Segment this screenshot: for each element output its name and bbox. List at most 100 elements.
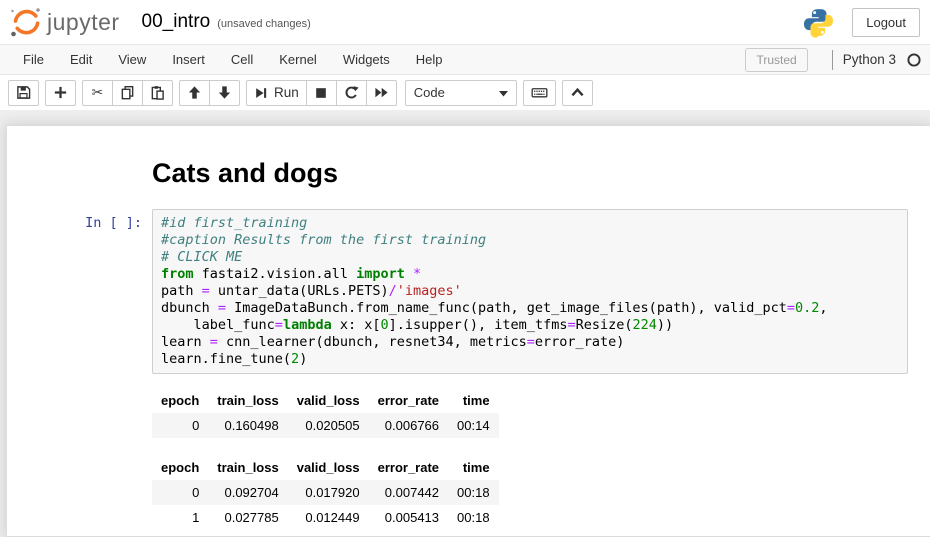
python-logo-icon: [803, 7, 834, 38]
run-cell-button[interactable]: Run: [246, 80, 307, 106]
run-button-label: Run: [274, 85, 299, 100]
table-cell: 0.027785: [208, 505, 287, 530]
cell-type-select[interactable]: Code: [405, 80, 517, 106]
menu-kernel[interactable]: Kernel: [266, 45, 330, 74]
restart-kernel-button[interactable]: [336, 80, 367, 106]
column-header: epoch: [152, 388, 208, 413]
restart-kernel-icon: [344, 85, 359, 100]
kernel-separator: [832, 50, 833, 70]
copy-cell-icon: [120, 85, 135, 100]
code-line: # CLICK ME: [161, 249, 899, 266]
table-cell: 00:14: [448, 413, 499, 438]
column-header: time: [448, 388, 499, 413]
column-header: error_rate: [369, 455, 448, 480]
code-line: #id first_training: [161, 215, 899, 232]
chevron-up-icon: [570, 86, 585, 99]
save-icon: [16, 85, 31, 100]
column-header: error_rate: [369, 388, 448, 413]
add-cell-below-button[interactable]: [45, 80, 76, 106]
table-row: 00.1604980.0205050.00676600:14: [152, 413, 499, 438]
kernel-name: Python 3: [843, 52, 896, 67]
trusted-button[interactable]: Trusted: [745, 48, 807, 72]
site: Cats and dogs In [ ]: #id first_training…: [0, 110, 930, 537]
menu-help[interactable]: Help: [403, 45, 456, 74]
table-cell: 0.012449: [288, 505, 369, 530]
cut-cell-icon: ✂: [92, 86, 104, 100]
code-line: from fastai2.vision.all import *: [161, 266, 899, 283]
restart-run-all-icon: [374, 85, 389, 100]
paste-cell-button[interactable]: [142, 80, 173, 106]
menu-insert[interactable]: Insert: [159, 45, 218, 74]
code-line: label_func=lambda x: x[0].isupper(), ite…: [161, 317, 899, 334]
column-header: valid_loss: [288, 455, 369, 480]
menu-file[interactable]: File: [10, 45, 57, 74]
column-header: epoch: [152, 455, 208, 480]
table-cell: 1: [152, 505, 208, 530]
table-header-row: epochtrain_lossvalid_losserror_ratetime: [152, 455, 499, 480]
cut-cell-button[interactable]: ✂: [82, 80, 113, 106]
column-header: train_loss: [208, 455, 287, 480]
run-step-forward-icon: [254, 86, 268, 100]
column-header: time: [448, 455, 499, 480]
table-row: 00.0927040.0179200.00744200:18: [152, 480, 499, 505]
table-cell: 0.005413: [369, 505, 448, 530]
jupyter-logo[interactable]: jupyter: [8, 4, 120, 40]
table-header-row: epochtrain_lossvalid_losserror_ratetime: [152, 388, 499, 413]
table-cell: 0: [152, 480, 208, 505]
paste-cell-icon: [150, 85, 165, 100]
jupyter-app: jupyter 00_intro (unsaved changes) Logou…: [0, 0, 930, 537]
menu-cell[interactable]: Cell: [218, 45, 266, 74]
command-palette-keyboard-icon: [531, 85, 548, 100]
menubar-items: FileEditViewInsertCellKernelWidgetsHelp: [10, 45, 456, 74]
add-cell-below-icon: [53, 85, 68, 100]
column-header: train_loss: [208, 388, 287, 413]
kernel-idle-icon: [906, 52, 922, 68]
notebook-container: Cats and dogs In [ ]: #id first_training…: [6, 125, 930, 537]
menubar: FileEditViewInsertCellKernelWidgetsHelp …: [0, 44, 930, 75]
table-row: 10.0277850.0124490.00541300:18: [152, 505, 499, 530]
table-cell: 00:18: [448, 505, 499, 530]
dropdown-caret-icon: [499, 84, 508, 102]
code-line: #caption Results from the first training: [161, 232, 899, 249]
interrupt-kernel-stop-icon: [314, 86, 328, 100]
menubar-right: Trusted Python 3: [745, 45, 922, 74]
restart-run-all-button[interactable]: [366, 80, 397, 106]
training-results-table: epochtrain_lossvalid_losserror_ratetime0…: [152, 388, 499, 438]
notebook-heading: Cats and dogs: [152, 158, 908, 189]
command-palette-button[interactable]: [523, 80, 556, 106]
notebook-title[interactable]: 00_intro: [142, 11, 211, 33]
menu-edit[interactable]: Edit: [57, 45, 105, 74]
checkpoint-status: (unsaved changes): [217, 14, 311, 30]
code-line: learn = cnn_learner(dbunch, resnet34, me…: [161, 334, 899, 351]
code-editor[interactable]: #id first_training#caption Results from …: [152, 209, 908, 374]
cell-type-value: Code: [414, 85, 445, 100]
copy-cell-button[interactable]: [112, 80, 143, 106]
scroll-up-button[interactable]: [562, 80, 593, 106]
code-line: path = untar_data(URLs.PETS)/'images': [161, 283, 899, 300]
table-cell: 00:18: [448, 480, 499, 505]
code-line: dbunch = ImageDataBunch.from_name_func(p…: [161, 300, 899, 317]
move-cell-up-button[interactable]: [179, 80, 210, 106]
header-right: Logout: [803, 0, 920, 44]
move-cell-down-icon: [217, 85, 232, 100]
code-line: learn.fine_tune(2): [161, 351, 899, 368]
interrupt-kernel-button[interactable]: [306, 80, 337, 106]
menu-widgets[interactable]: Widgets: [330, 45, 403, 74]
code-cell: In [ ]: #id first_training#caption Resul…: [7, 209, 930, 374]
output-area: epochtrain_lossvalid_losserror_ratetime0…: [152, 374, 930, 530]
table-cell: 0.160498: [208, 413, 287, 438]
jupyter-logo-icon: [8, 4, 44, 40]
move-cell-down-button[interactable]: [209, 80, 240, 106]
move-cell-up-icon: [187, 85, 202, 100]
markdown-cell[interactable]: Cats and dogs: [7, 158, 930, 189]
menu-view[interactable]: View: [105, 45, 159, 74]
table-cell: 0.092704: [208, 480, 287, 505]
logout-button[interactable]: Logout: [852, 8, 920, 37]
table-cell: 0.007442: [369, 480, 448, 505]
training-results-table: epochtrain_lossvalid_losserror_ratetime0…: [152, 455, 499, 530]
input-prompt: In [ ]:: [7, 209, 152, 374]
save-button[interactable]: [8, 80, 39, 106]
jupyter-logo-text: jupyter: [47, 9, 120, 36]
table-cell: 0.020505: [288, 413, 369, 438]
column-header: valid_loss: [288, 388, 369, 413]
